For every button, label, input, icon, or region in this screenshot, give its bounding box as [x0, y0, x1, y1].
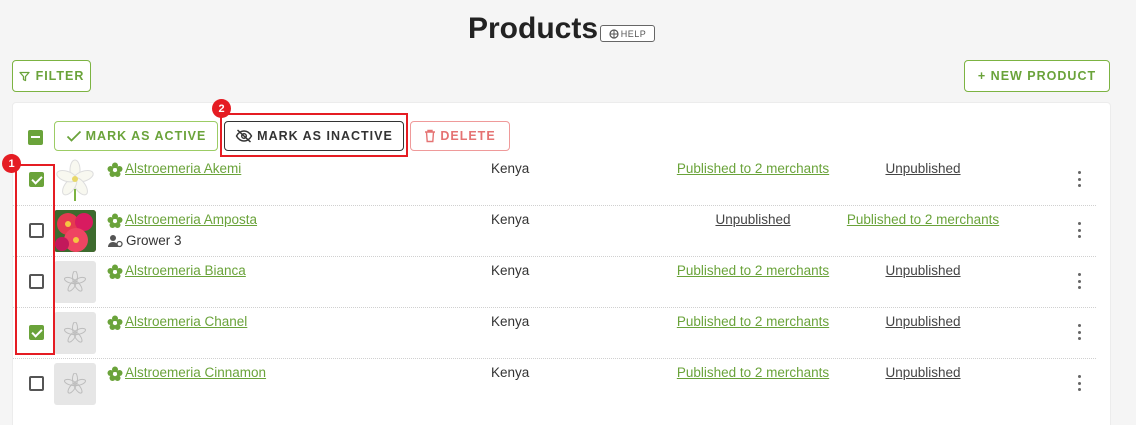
filter-icon	[18, 71, 30, 81]
origin: Kenya	[491, 314, 530, 329]
mark-as-active-label: MARK AS ACTIVE	[85, 129, 207, 143]
new-product-label: + NEW PRODUCT	[977, 69, 1097, 83]
flower-placeholder-icon	[64, 322, 86, 343]
table-row[interactable]: Alstroemeria Akemi Kenya Published to 2 …	[13, 155, 1096, 206]
product-name-link[interactable]: Alstroemeria Cinnamon	[125, 365, 266, 380]
product-name-link[interactable]: Alstroemeria Akemi	[125, 161, 241, 176]
mark-as-active-button[interactable]: MARK AS ACTIVE	[54, 121, 218, 151]
more-options-icon[interactable]	[1075, 322, 1083, 342]
publish-status-link[interactable]: Unpublished	[823, 314, 1023, 329]
flower-icon	[107, 315, 123, 330]
origin: Kenya	[491, 161, 530, 176]
highlight-box-checkboxes	[15, 164, 55, 355]
page-title: Products	[468, 12, 599, 45]
product-image	[54, 159, 96, 201]
product-name-link[interactable]: Alstroemeria Bianca	[125, 263, 246, 278]
publish-status-link[interactable]: Published to 2 merchants	[823, 212, 1023, 227]
help-button[interactable]: HELP	[600, 25, 655, 42]
more-options-icon[interactable]	[1075, 169, 1083, 189]
annotation-number-badge: 1	[2, 154, 21, 173]
help-label: HELP	[620, 28, 647, 39]
more-options-icon[interactable]	[1075, 220, 1083, 240]
check-icon	[66, 130, 81, 142]
origin: Kenya	[491, 212, 530, 227]
product-image	[54, 210, 96, 252]
more-options-icon[interactable]	[1075, 373, 1083, 393]
filter-button[interactable]: FILTER	[12, 60, 91, 92]
flower-icon	[107, 264, 123, 279]
new-product-button[interactable]: + NEW PRODUCT	[964, 60, 1110, 92]
grower-label: Grower 3	[126, 233, 182, 248]
table-row[interactable]: Alstroemeria Bianca Kenya Published to 2…	[13, 257, 1096, 308]
flower-icon	[107, 213, 123, 228]
table-row[interactable]: Alstroemeria Amposta Grower 3 Kenya Unpu…	[13, 206, 1096, 257]
flower-placeholder-icon	[64, 271, 86, 292]
product-name-link[interactable]: Alstroemeria Amposta	[125, 212, 257, 227]
help-icon	[609, 28, 619, 39]
publish-status-link[interactable]: Unpublished	[823, 365, 1023, 380]
select-all-checkbox[interactable]	[28, 130, 43, 145]
row-checkbox[interactable]	[29, 376, 44, 391]
flower-placeholder-icon	[64, 373, 86, 394]
highlight-box-mark-inactive	[220, 113, 408, 157]
origin: Kenya	[491, 365, 530, 380]
publish-status-link[interactable]: Unpublished	[823, 161, 1023, 176]
grower: Grower 3	[107, 233, 182, 248]
delete-button[interactable]: DELETE	[410, 121, 510, 151]
publish-status-link[interactable]: Unpublished	[823, 263, 1023, 278]
product-image-placeholder	[54, 261, 96, 303]
table-row[interactable]: Alstroemeria Cinnamon Kenya Published to…	[13, 359, 1096, 410]
annotation-number-badge: 2	[212, 99, 231, 118]
product-name-link[interactable]: Alstroemeria Chanel	[125, 314, 247, 329]
delete-label: DELETE	[440, 129, 496, 143]
origin: Kenya	[491, 263, 530, 278]
trash-icon	[425, 129, 436, 143]
product-image-placeholder	[54, 363, 96, 405]
more-options-icon[interactable]	[1075, 271, 1083, 291]
table-row[interactable]: Alstroemeria Chanel Kenya Published to 2…	[13, 308, 1096, 359]
product-image-placeholder	[54, 312, 96, 354]
filter-label: FILTER	[35, 69, 85, 83]
flower-icon	[107, 366, 123, 381]
flower-icon	[107, 162, 123, 177]
grower-icon	[108, 234, 123, 247]
